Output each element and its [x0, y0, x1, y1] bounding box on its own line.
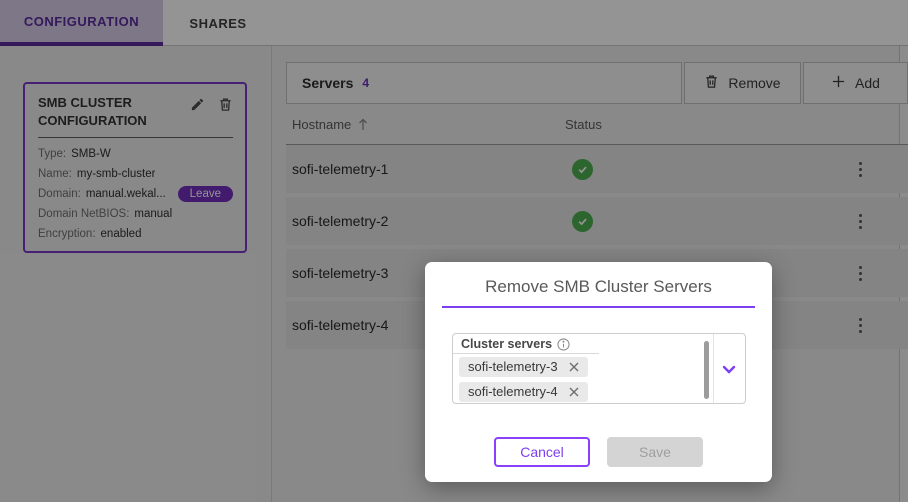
multiselect-label: Cluster servers	[461, 337, 552, 351]
modal-title: Remove SMB Cluster Servers	[425, 277, 772, 297]
multiselect-divider	[713, 334, 714, 403]
cluster-servers-multiselect[interactable]: Cluster servers sofi-telemetry-3 sofi-te…	[452, 333, 746, 404]
modal-actions: Cancel Save	[425, 437, 772, 467]
tag-item: sofi-telemetry-3	[459, 357, 588, 377]
tag-close-icon[interactable]	[569, 362, 579, 372]
remove-servers-modal: Remove SMB Cluster Servers Cluster serve…	[425, 262, 772, 482]
title-rule	[442, 306, 755, 308]
smb-configuration-page: CONFIGURATION SHARES SMB CLUSTER CONFIGU…	[0, 0, 908, 502]
chevron-down-icon[interactable]	[720, 360, 738, 378]
tag-label: sofi-telemetry-4	[468, 384, 558, 399]
tag-label: sofi-telemetry-3	[468, 359, 558, 374]
multiselect-scrollbar[interactable]	[704, 341, 709, 399]
cancel-button[interactable]: Cancel	[494, 437, 590, 467]
multiselect-label-row: Cluster servers	[453, 334, 745, 351]
selected-tags: sofi-telemetry-3 sofi-telemetry-4	[453, 354, 745, 402]
tag-item: sofi-telemetry-4	[459, 382, 588, 402]
info-icon[interactable]	[557, 338, 570, 351]
save-button[interactable]: Save	[607, 437, 703, 467]
tag-close-icon[interactable]	[569, 387, 579, 397]
